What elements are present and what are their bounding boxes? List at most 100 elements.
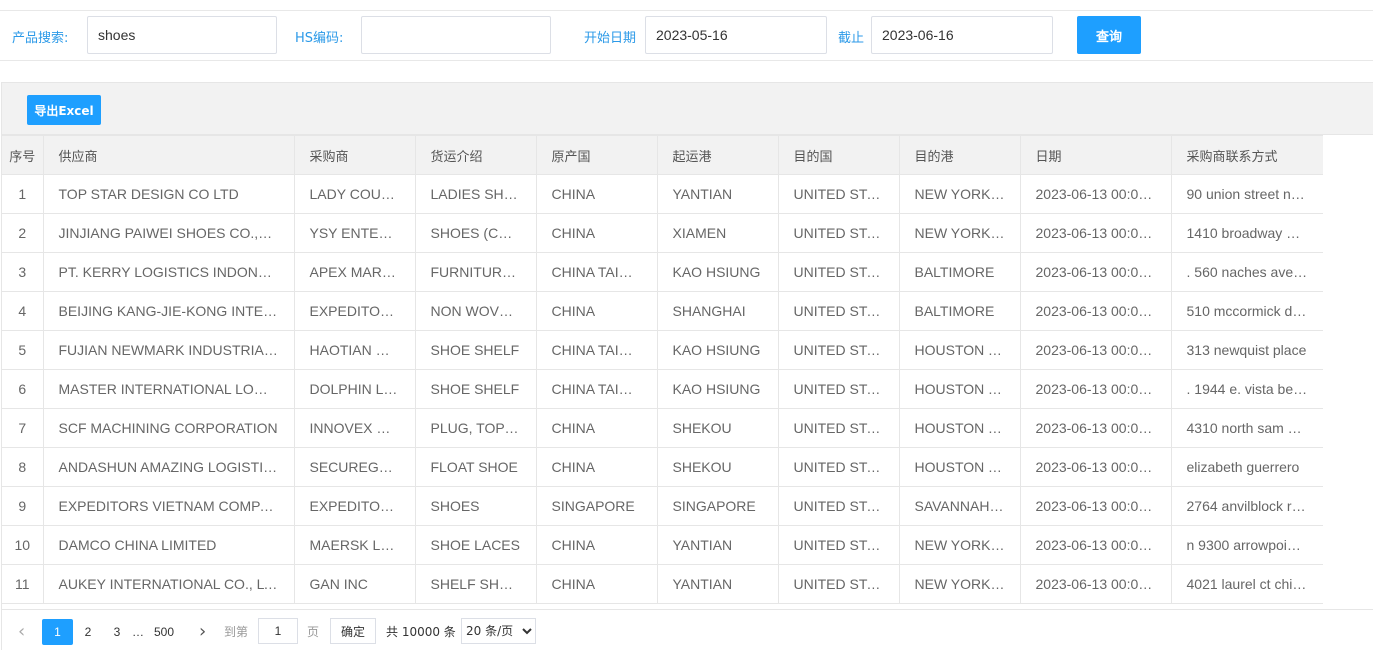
cell-destination-country: UNITED STATES: [777, 447, 900, 487]
cell-cargo: SHOE SHELF: [414, 369, 537, 409]
results-table-wrapper[interactable]: 序号 供应商 采购商 货运介绍 原产国 起运港 目的国 目的港 日期 采购商联系方式 1 TOP S…: [2, 135, 1323, 609]
table-row[interactable]: 11 AUKEY INTERNATIONAL CO., LTD GAN INC SHE…: [2, 564, 1323, 604]
hs-code-input[interactable]: [361, 16, 551, 54]
cell-supplier: MASTER INTERNATIONAL LOGISTICS: [42, 369, 295, 409]
cell-destination-port: HOUSTON TX: [898, 330, 1021, 370]
cell-index: 6: [2, 369, 44, 409]
cell-supplier: ANDASHUN AMAZING LOGISTICS: [42, 447, 295, 487]
cell-destination-port: HOUSTON TX: [898, 447, 1021, 487]
cell-destination-port: HOUSTON TX: [898, 369, 1021, 409]
cell-buyer: GAN INC: [293, 564, 416, 604]
cell-date: 2023-06-13 00:00:00: [1019, 252, 1172, 292]
page-unit-label: 页: [307, 625, 320, 639]
cell-buyer: EXPEDITORS INTL: [293, 486, 416, 526]
table-row[interactable]: 2 JINJIANG PAIWEI SHOES CO.,LTD YSY ENTERP…: [2, 213, 1323, 253]
table-body: 1 TOP STAR DESIGN CO LTD LADY COUTURE LADIE…: [2, 174, 1323, 604]
cell-buyer-contact: 1410 broadway new york: [1170, 213, 1323, 253]
cell-index: 9: [2, 486, 44, 526]
cell-origin-country: SINGAPORE: [535, 486, 658, 526]
cell-departure-port: SHANGHAI: [656, 291, 779, 331]
cell-index: 11: [2, 564, 44, 604]
hs-code-label: HS编码:: [295, 31, 344, 46]
table-row[interactable]: 3 PT. KERRY LOGISTICS INDONESIA APEX MARKE…: [2, 252, 1323, 292]
cell-destination-country: UNITED STATES: [777, 252, 900, 292]
page-3-button[interactable]: 3: [109, 619, 125, 645]
table-row[interactable]: 5 FUJIAN NEWMARK INDUSTRIAL CO HAOTIAN USA…: [2, 330, 1323, 370]
cell-buyer: HAOTIAN USA: [293, 330, 416, 370]
cell-destination-port: BALTIMORE: [898, 252, 1021, 292]
cell-destination-port: SAVANNAH GA: [898, 486, 1021, 526]
cell-supplier: AUKEY INTERNATIONAL CO., LTD: [42, 564, 295, 604]
table-row[interactable]: 8 ANDASHUN AMAZING LOGISTICS SECUREGUARD FL…: [2, 447, 1323, 487]
cell-index: 3: [2, 252, 44, 292]
cell-origin-country: CHINA: [535, 174, 658, 214]
cell-origin-country: CHINA TAIWAN: [535, 252, 658, 292]
cell-departure-port: KAO HSIUNG: [656, 330, 779, 370]
cell-buyer: DOLPHIN LOGISTICS: [293, 369, 416, 409]
cell-supplier: DAMCO CHINA LIMITED: [42, 525, 295, 565]
export-excel-button[interactable]: 导出Excel: [27, 95, 101, 125]
cell-cargo: NON WOVEN SHOE COVER: [414, 291, 537, 331]
cell-departure-port: SHEKOU: [656, 408, 779, 448]
cell-supplier: FUJIAN NEWMARK INDUSTRIAL CO: [42, 330, 295, 370]
column-header-supplier: 供应商: [42, 135, 295, 175]
cell-destination-country: UNITED STATES: [777, 174, 900, 214]
cell-origin-country: CHINA: [535, 213, 658, 253]
cell-buyer-contact: 4021 laurel ct chino: [1170, 564, 1323, 604]
total-count: 共 10000 条: [386, 625, 456, 639]
goto-confirm-button[interactable]: 确定: [330, 618, 376, 644]
per-page-select[interactable]: 20 条/页: [461, 618, 536, 644]
end-date-input[interactable]: [871, 16, 1053, 54]
prev-page-icon[interactable]: ‹: [18, 619, 25, 645]
page-1-button[interactable]: 1: [42, 619, 73, 645]
cell-departure-port: KAO HSIUNG: [656, 369, 779, 409]
cell-supplier: TOP STAR DESIGN CO LTD: [42, 174, 295, 214]
table-toolbar: 导出Excel: [2, 83, 1373, 135]
cell-destination-port: NEW YORK/NEWARK: [898, 525, 1021, 565]
table-row[interactable]: 1 TOP STAR DESIGN CO LTD LADY COUTURE LADIE…: [2, 174, 1323, 214]
query-button[interactable]: 查询: [1077, 16, 1141, 54]
cell-buyer-contact: 2764 anvilblock road: [1170, 486, 1323, 526]
cell-buyer: SECUREGUARD: [293, 447, 416, 487]
table-row[interactable]: 4BEIJING KANG-JIE-KONG INTERNATIONALEXPE…: [2, 291, 1323, 331]
cell-origin-country: CHINA: [535, 525, 658, 565]
next-page-icon[interactable]: ›: [199, 619, 206, 645]
cell-date: 2023-06-13 00:00:00: [1019, 447, 1172, 487]
cell-date: 2023-06-13 00:00:00: [1019, 213, 1172, 253]
cell-cargo: SHELF SHOES: [414, 564, 537, 604]
cell-origin-country: CHINA TAIWAN: [535, 330, 658, 370]
cell-origin-country: CHINA: [535, 564, 658, 604]
cell-buyer-contact: elizabeth guerrero: [1170, 447, 1323, 487]
cell-supplier: EXPEDITORS VIETNAM COMPANY: [42, 486, 295, 526]
cell-date: 2023-06-13 00:00:00: [1019, 330, 1172, 370]
cell-destination-country: UNITED STATES: [777, 213, 900, 253]
cell-destination-country: UNITED STATES: [777, 564, 900, 604]
table-row[interactable]: 9EXPEDITORS VIETNAM COMPANYEXPEDITORS IN…: [2, 486, 1323, 526]
cell-buyer: INNOVEX DOWNHOLE: [293, 408, 416, 448]
goto-page-input[interactable]: [258, 618, 298, 644]
column-header-cargo: 货运介绍: [414, 135, 537, 175]
cell-departure-port: SHEKOU: [656, 447, 779, 487]
goto-label: 到第: [224, 625, 249, 639]
cell-index: 1: [2, 174, 44, 214]
cell-buyer-contact: n 9300 arrowpoint blvd: [1170, 525, 1323, 565]
cell-origin-country: CHINA: [535, 408, 658, 448]
product-search-input[interactable]: [87, 16, 277, 54]
cell-buyer-contact: 510 mccormick drive: [1170, 291, 1323, 331]
last-page-button[interactable]: 500: [150, 619, 178, 645]
column-header-buyer-contact: 采购商联系方式: [1170, 135, 1323, 175]
table-row[interactable]: 6 MASTER INTERNATIONAL LOGISTICS DOLPHIN L…: [2, 369, 1323, 409]
table-row[interactable]: 7SCF MACHINING CORPORATIONINNOVEX DOWNHO…: [2, 408, 1323, 448]
page-2-button[interactable]: 2: [80, 619, 96, 645]
cell-cargo: FLOAT SHOE: [414, 447, 537, 487]
end-date-label: 截止: [838, 31, 865, 46]
cell-departure-port: YANTIAN: [656, 564, 779, 604]
cell-index: 8: [2, 447, 44, 487]
table-row[interactable]: 10DAMCO CHINA LIMITEDMAERSK LOGISTICSSHO…: [2, 525, 1323, 565]
cell-buyer: APEX MARKETING: [293, 252, 416, 292]
cell-date: 2023-06-13 00:00:00: [1019, 291, 1172, 331]
cell-cargo: SHOES (CHILDREN): [414, 213, 537, 253]
start-date-input[interactable]: [645, 16, 827, 54]
cell-destination-port: NEW YORK/NEWARK: [898, 564, 1021, 604]
column-header-date: 日期: [1019, 135, 1172, 175]
